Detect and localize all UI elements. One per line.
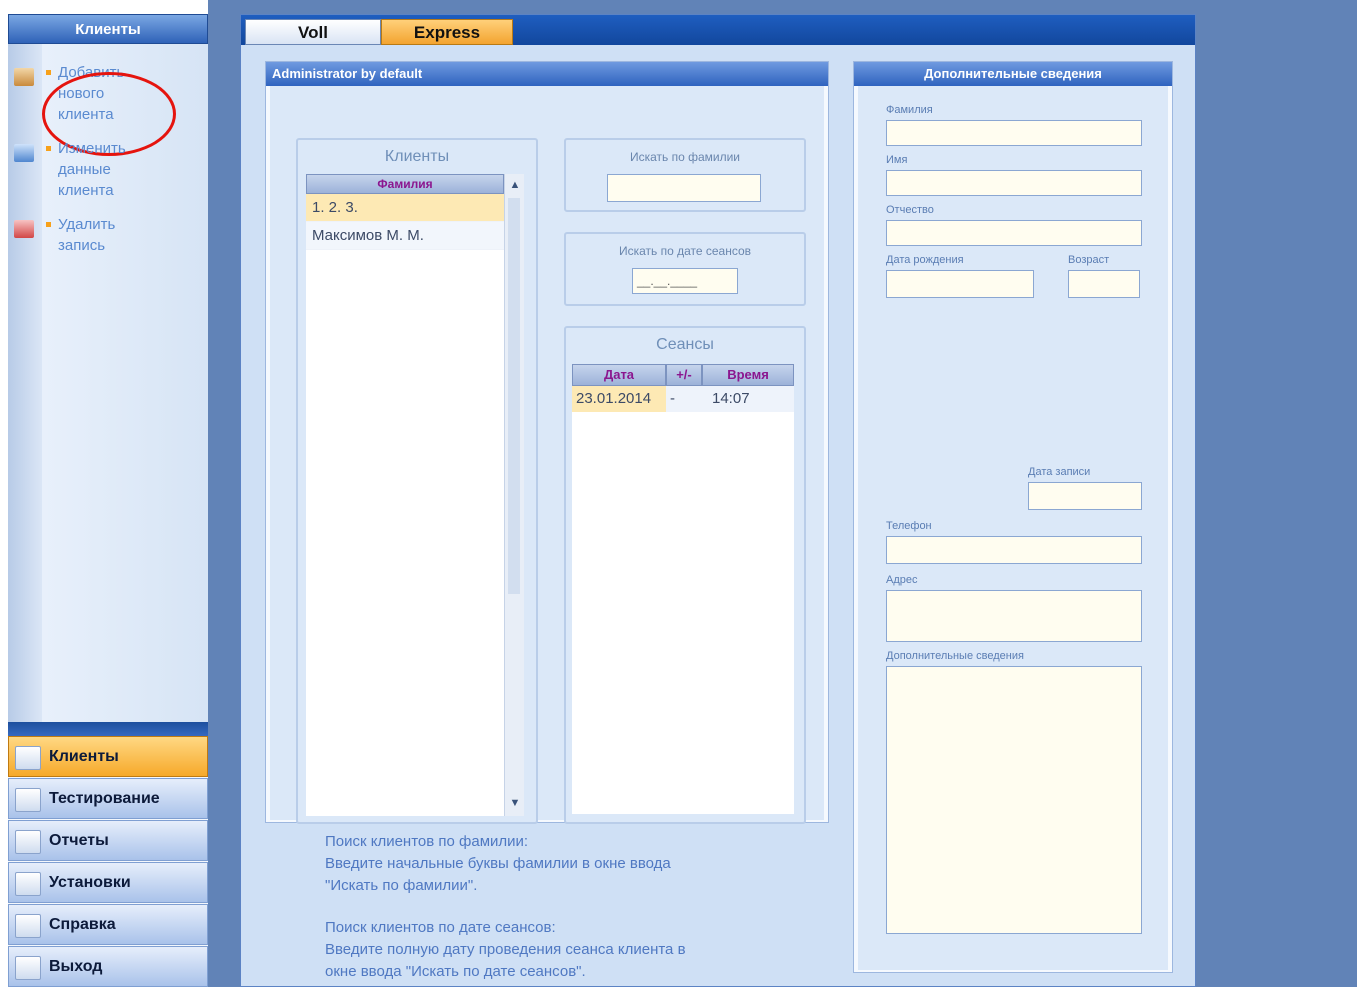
extra-info-label: Дополнительные сведения <box>886 650 1024 662</box>
tab-bar: Voll Express <box>241 15 1195 45</box>
left-nav-pane: Клиенты Добавить нового клиента Изменить… <box>8 14 208 987</box>
help-text: Поиск клиентов по фамилии: Введите начал… <box>325 831 795 983</box>
scroll-down-icon[interactable]: ▼ <box>505 794 525 812</box>
search-surname-input[interactable] <box>607 174 761 202</box>
reports-icon <box>15 830 41 854</box>
info-panel-body: Фамилия Имя Отчество Дата рождения Возра… <box>858 86 1168 970</box>
info-panel-title: Дополнительные сведения <box>854 62 1172 86</box>
bullet-icon <box>46 146 51 151</box>
sessions-caption: Сеансы <box>656 336 714 353</box>
task-label[interactable]: Изменить данные клиента <box>58 138 154 201</box>
session-date[interactable]: 23.01.2014 <box>572 386 666 412</box>
tab-voll[interactable]: Voll <box>245 19 381 45</box>
column-header-time[interactable]: Время <box>702 364 794 386</box>
sessions-grid: Дата +/- Время 23.01.2014 - 14:07 <box>572 364 794 814</box>
help-line: окне ввода "Искать по дате сеансов". <box>325 963 586 980</box>
column-header-date[interactable]: Дата <box>572 364 666 386</box>
extra-info-field[interactable] <box>886 666 1142 934</box>
surname-label: Фамилия <box>886 104 933 116</box>
top-frame <box>208 0 1357 14</box>
search-surname-caption: Искать по фамилии <box>629 150 741 164</box>
search-date-group: Искать по дате сеансов __.__.____ <box>564 232 806 306</box>
nav-reports[interactable]: Отчеты <box>8 820 208 861</box>
record-date-label: Дата записи <box>1028 466 1091 478</box>
nav-testing[interactable]: Тестирование <box>8 778 208 819</box>
nav-clients[interactable]: Клиенты <box>8 736 208 777</box>
help-line: Введите начальные буквы фамилии в окне в… <box>325 855 671 872</box>
search-date-caption: Искать по дате сеансов <box>618 244 752 258</box>
left-pane-header: Клиенты <box>8 14 208 44</box>
clients-group: Клиенты Фамилия 1. 2. 3. Максимов М. М. … <box>296 138 538 824</box>
clients-icon <box>15 746 41 770</box>
table-row[interactable]: 1. 2. 3. <box>306 194 504 222</box>
phone-field[interactable] <box>886 536 1142 564</box>
address-field[interactable] <box>886 590 1142 642</box>
nav-label: Выход <box>49 958 103 975</box>
help-line: Поиск клиентов по дате сеансов: <box>325 919 556 936</box>
testing-icon <box>15 788 41 812</box>
name-label: Имя <box>886 154 908 166</box>
scroll-up-icon[interactable]: ▲ <box>505 176 525 194</box>
help-line: Поиск клиентов по фамилии: <box>325 833 529 850</box>
nav-settings[interactable]: Установки <box>8 862 208 903</box>
address-label: Адрес <box>886 574 918 586</box>
exit-icon <box>15 956 41 980</box>
nav-label: Отчеты <box>49 832 109 849</box>
name-field[interactable] <box>886 170 1142 196</box>
help-line: "Искать по фамилии". <box>325 877 478 894</box>
column-header-pm[interactable]: +/- <box>666 364 702 386</box>
tab-express[interactable]: Express <box>381 19 513 45</box>
right-frame <box>1196 0 1357 987</box>
task-label[interactable]: Удалить запись <box>58 214 138 256</box>
search-surname-group: Искать по фамилии <box>564 138 806 212</box>
clients-grid: Фамилия 1. 2. 3. Максимов М. М. <box>306 174 504 816</box>
session-time[interactable]: 14:07 <box>702 386 794 412</box>
search-date-input[interactable]: __.__.____ <box>632 268 738 294</box>
help-line: Введите полную дату проведения сеанса кл… <box>325 941 686 958</box>
record-date-field[interactable] <box>1028 482 1142 510</box>
phone-label: Телефон <box>886 520 932 532</box>
nav-label: Тестирование <box>49 790 160 807</box>
nav-label: Справка <box>49 916 116 933</box>
patronymic-field[interactable] <box>886 220 1142 246</box>
birthdate-label: Дата рождения <box>886 254 964 266</box>
surname-field[interactable] <box>886 120 1142 146</box>
birthdate-field[interactable] <box>886 270 1034 298</box>
bullet-icon <box>46 70 51 75</box>
table-row[interactable]: Максимов М. М. <box>306 222 504 250</box>
info-panel: Дополнительные сведения Фамилия Имя Отче… <box>853 61 1173 973</box>
edit-client-icon <box>14 144 34 162</box>
nav-label: Установки <box>49 874 131 891</box>
age-field[interactable] <box>1068 270 1140 298</box>
bullet-icon <box>46 222 51 227</box>
admin-panel-body: Клиенты Фамилия 1. 2. 3. Максимов М. М. … <box>270 86 824 824</box>
help-icon <box>15 914 41 938</box>
admin-panel-title: Administrator by default <box>266 62 828 86</box>
session-pm[interactable]: - <box>666 386 702 412</box>
age-label: Возраст <box>1068 254 1110 266</box>
column-header-surname[interactable]: Фамилия <box>306 174 504 194</box>
clients-caption: Клиенты <box>384 148 450 165</box>
add-client-icon <box>14 68 34 86</box>
nav-exit[interactable]: Выход <box>8 946 208 987</box>
splitter[interactable] <box>208 0 240 987</box>
admin-panel: Administrator by default Клиенты Фамилия… <box>265 61 829 824</box>
main-area: Voll Express Administrator by default Кл… <box>240 14 1196 987</box>
settings-icon <box>15 872 41 896</box>
scroll-thumb[interactable] <box>508 198 520 594</box>
delete-record-icon <box>14 220 34 238</box>
patronymic-label: Отчество <box>886 204 934 216</box>
nav-help[interactable]: Справка <box>8 904 208 945</box>
nav-label: Клиенты <box>49 748 119 765</box>
sessions-group: Сеансы Дата +/- Время 23.01.2014 - 14:07 <box>564 326 806 824</box>
help-spacer <box>325 897 795 917</box>
